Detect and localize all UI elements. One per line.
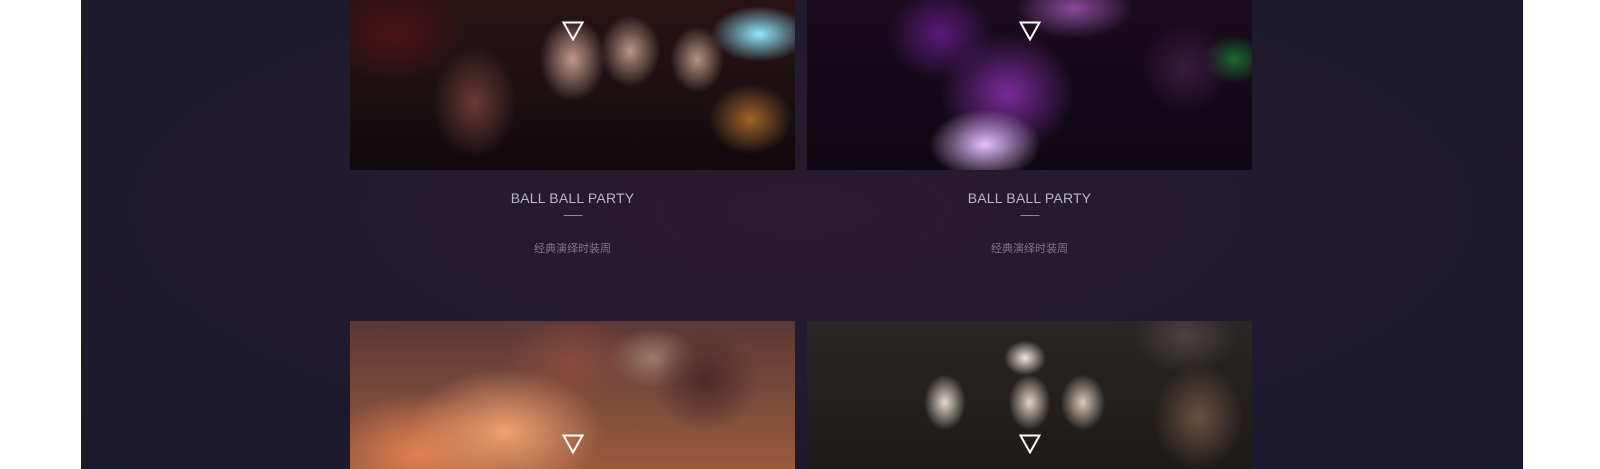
stage-haze-photo[interactable] [350, 321, 795, 469]
title-divider [1020, 215, 1039, 216]
sepia-portrait-photo[interactable] [807, 321, 1252, 469]
card-title: BALL BALL PARTY [967, 190, 1092, 206]
content-panel: BALL BALL PARTY 经典演绎时装周 BALL BALL PARTY … [81, 0, 1523, 469]
page: BALL BALL PARTY 经典演绎时装周 BALL BALL PARTY … [0, 0, 1600, 469]
gallery-card[interactable]: BALL BALL PARTY 经典演绎时装周 [807, 0, 1252, 260]
title-divider [563, 215, 582, 216]
card-subtitle: 经典演绎时装周 [534, 242, 611, 255]
club-crowd-photo[interactable] [350, 0, 795, 170]
triangle-down-outline-icon [1018, 434, 1041, 454]
triangle-down-outline-icon [561, 21, 584, 41]
card-subtitle: 经典演绎时装周 [991, 242, 1068, 255]
gallery-card[interactable]: BALL BALL PARTY 经典演绎时装周 [350, 0, 795, 260]
triangle-down-outline-icon [1018, 21, 1041, 41]
gallery-card[interactable] [807, 321, 1252, 469]
triangle-down-outline-icon [561, 434, 584, 454]
dance-floor-photo[interactable] [807, 0, 1252, 170]
card-title: BALL BALL PARTY [510, 190, 635, 206]
gallery-card[interactable] [350, 321, 795, 469]
